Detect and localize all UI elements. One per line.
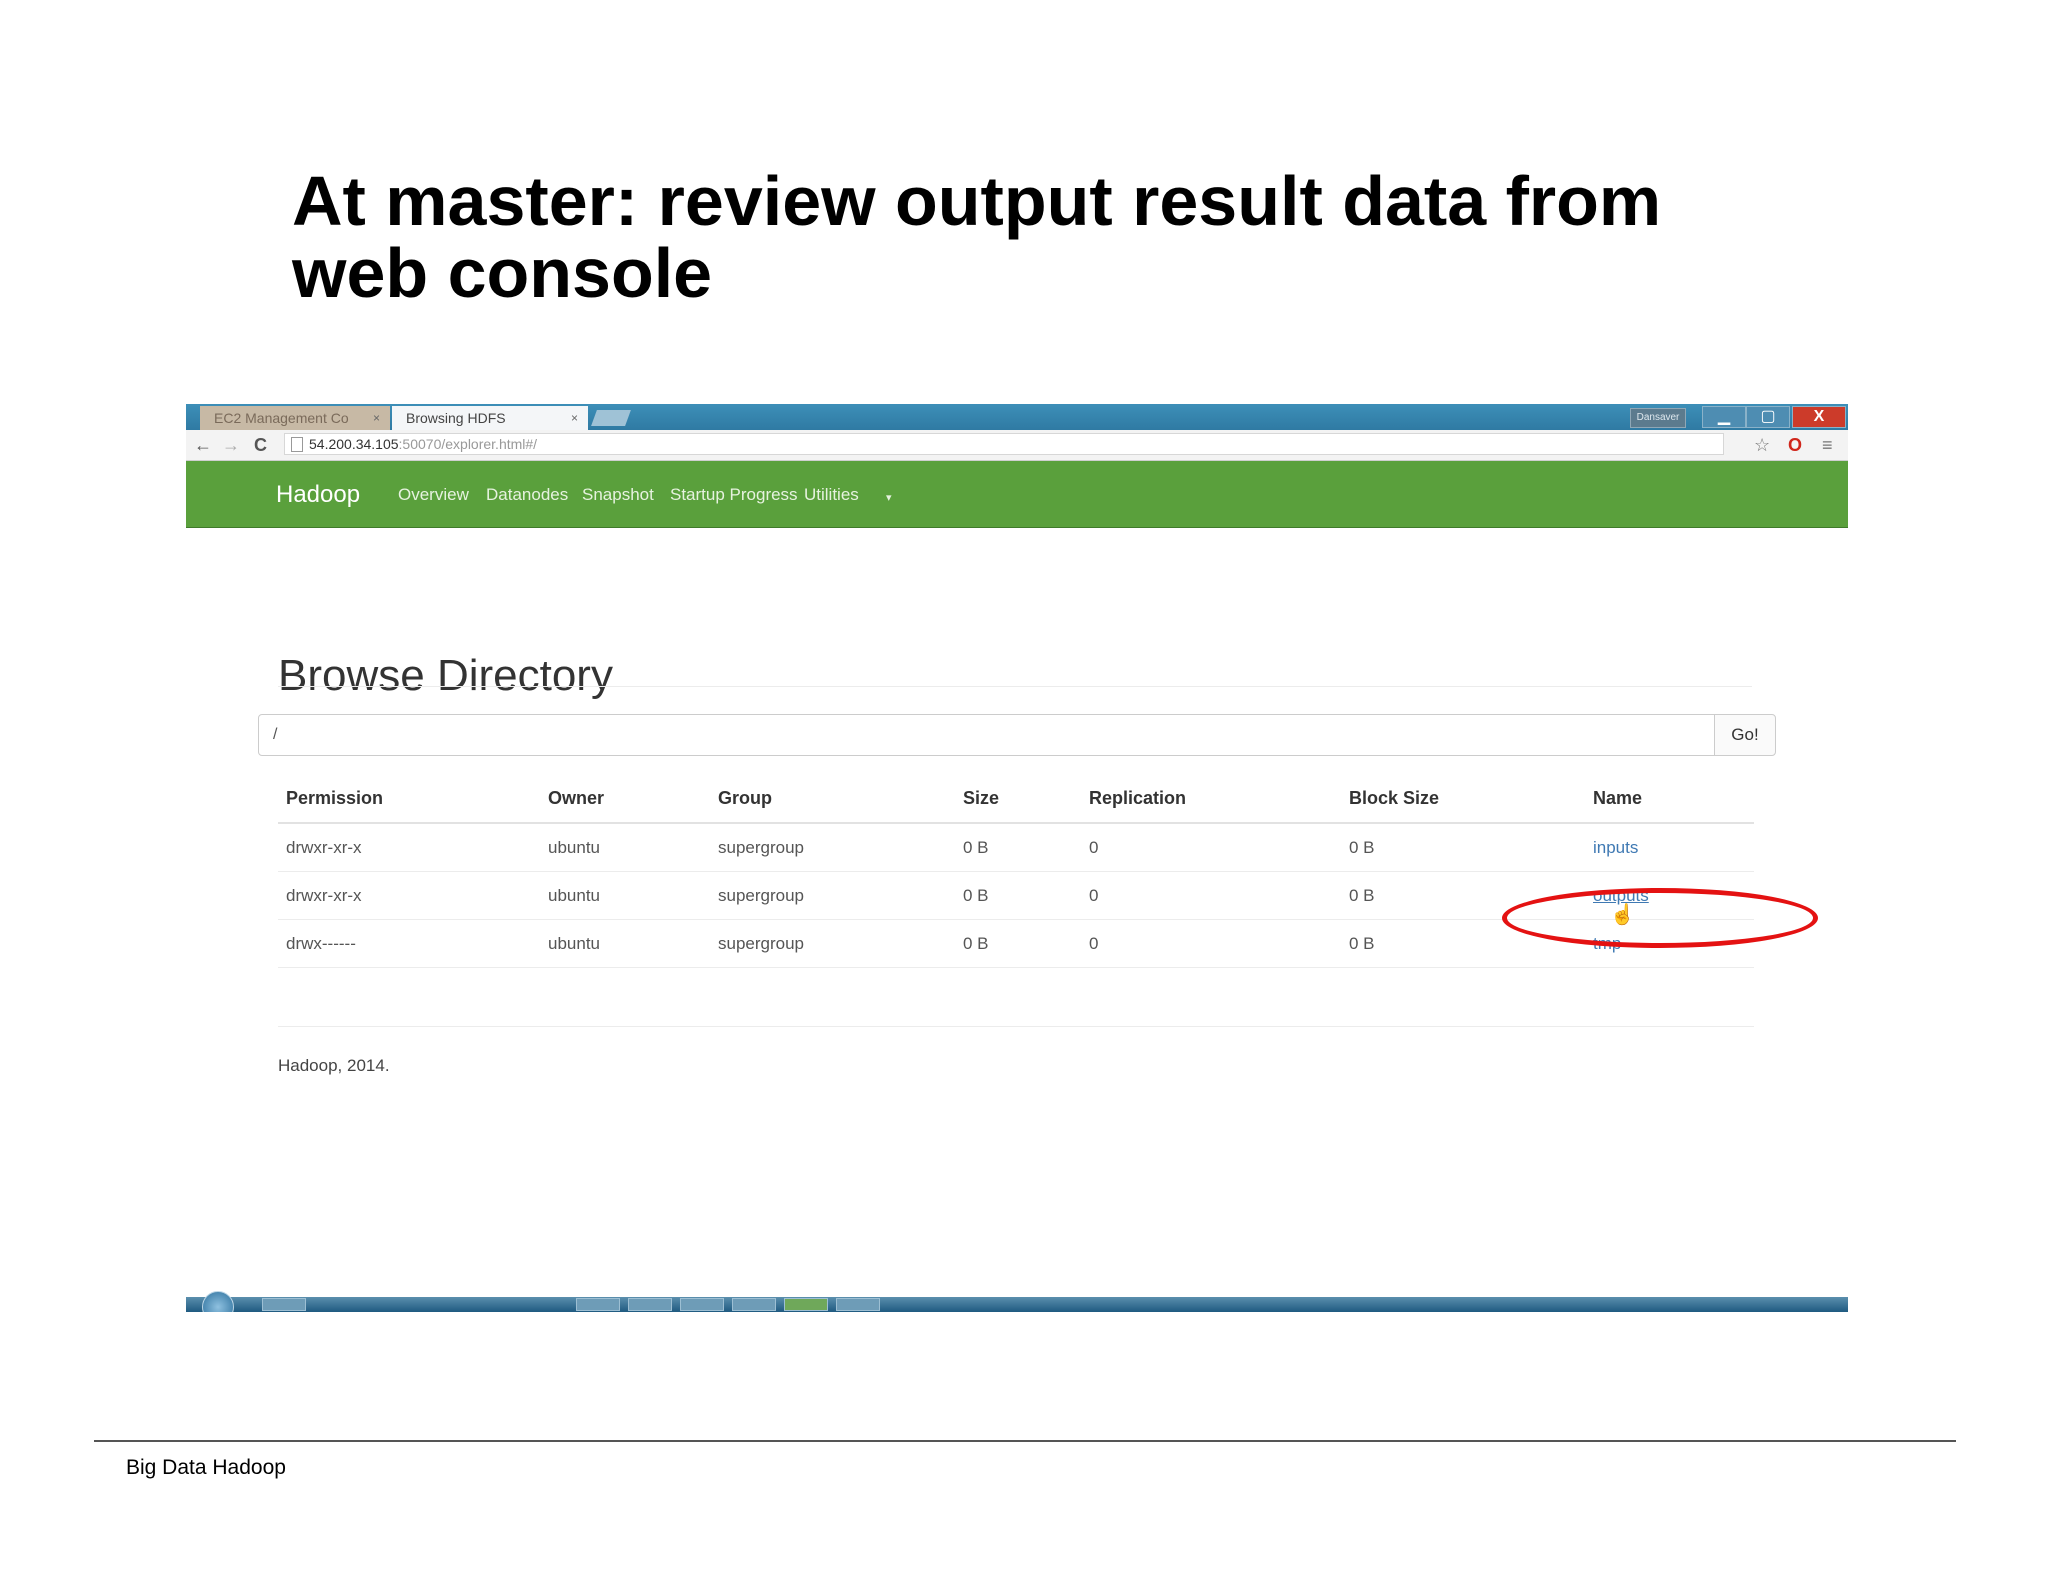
directory-listing-table: Permission Owner Group Size Replication … xyxy=(278,774,1754,968)
cell-group: supergroup xyxy=(718,823,963,872)
nav-startup-progress[interactable]: Startup Progress xyxy=(670,485,798,505)
bookmark-star-icon[interactable]: ☆ xyxy=(1754,434,1770,456)
windows-taskbar xyxy=(186,1291,1848,1312)
slide-title-line-2: web console xyxy=(292,234,713,312)
taskbar-item[interactable] xyxy=(732,1298,776,1311)
tab-close-icon[interactable]: × xyxy=(373,406,380,430)
hadoop-footer: Hadoop, 2014. xyxy=(278,1056,390,1075)
cell-group: supergroup xyxy=(718,919,963,968)
start-button-icon[interactable] xyxy=(202,1291,234,1312)
cell-owner: ubuntu xyxy=(548,823,718,872)
url-field[interactable]: 54.200.34.105:50070/explorer.html#/ xyxy=(284,433,1724,455)
taskbar-item[interactable] xyxy=(784,1298,828,1311)
page-heading: Browse Directory xyxy=(278,650,613,700)
browser-screenshot: EC2 Management Co × Browsing HDFS × Dans… xyxy=(186,404,1848,1312)
hadoop-brand-link[interactable]: Hadoop xyxy=(276,481,360,509)
nav-utilities[interactable]: Utilities xyxy=(804,485,859,505)
tab-close-icon[interactable]: × xyxy=(571,406,578,430)
cell-replication: 0 xyxy=(1089,871,1349,920)
page-icon xyxy=(291,437,303,452)
taskbar-item[interactable] xyxy=(680,1298,724,1311)
cell-permission: drwx------ xyxy=(278,919,548,968)
opera-icon[interactable]: O xyxy=(1788,434,1802,456)
nav-datanodes[interactable]: Datanodes xyxy=(486,485,568,505)
url-host: 54.200.34.105 xyxy=(309,436,399,452)
column-header-replication[interactable]: Replication xyxy=(1089,774,1349,824)
tab-label: EC2 Management Co xyxy=(214,410,349,426)
browser-tab-bar: EC2 Management Co × Browsing HDFS × Dans… xyxy=(186,404,1848,430)
maximize-button[interactable]: ▢ xyxy=(1746,406,1790,428)
menu-icon[interactable]: ≡ xyxy=(1822,434,1833,456)
slide-footer-caption: Big Data Hadoop xyxy=(126,1456,286,1479)
reload-icon[interactable]: C xyxy=(254,434,267,456)
go-button[interactable]: Go! xyxy=(1714,714,1776,756)
taskbar-item[interactable] xyxy=(628,1298,672,1311)
taskbar-item[interactable] xyxy=(262,1298,306,1311)
cell-permission: drwxr-xr-x xyxy=(278,823,548,872)
nav-overview[interactable]: Overview xyxy=(398,485,469,505)
cell-group: supergroup xyxy=(718,871,963,920)
back-arrow-icon[interactable]: ← xyxy=(194,434,212,456)
cell-size: 0 B xyxy=(963,823,1089,872)
tab-browsing-hdfs[interactable]: Browsing HDFS × xyxy=(392,406,588,430)
taskbar-item[interactable] xyxy=(836,1298,880,1311)
cell-replication: 0 xyxy=(1089,823,1349,872)
table-header-row: Permission Owner Group Size Replication … xyxy=(278,774,1754,824)
column-header-owner[interactable]: Owner xyxy=(548,774,718,824)
cell-replication: 0 xyxy=(1089,919,1349,968)
hadoop-navbar: Hadoop Overview Datanodes Snapshot Start… xyxy=(186,461,1848,528)
table-row: drwxr-xr-x ubuntu supergroup 0 B 0 0 B i… xyxy=(278,823,1754,872)
new-tab-button[interactable] xyxy=(591,410,631,426)
column-header-permission[interactable]: Permission xyxy=(278,774,548,824)
tab-label: Browsing HDFS xyxy=(406,410,506,426)
cell-block-size: 0 B xyxy=(1349,823,1593,872)
directory-path-input[interactable]: / xyxy=(258,714,1716,756)
forward-arrow-icon[interactable]: → xyxy=(222,434,240,456)
slide-title-line-1: At master: review output result data fro… xyxy=(292,162,1662,240)
close-window-button[interactable]: X xyxy=(1792,406,1846,428)
minimize-button[interactable]: ▁ xyxy=(1702,406,1746,428)
column-header-group[interactable]: Group xyxy=(718,774,963,824)
red-highlight-ellipse xyxy=(1502,888,1818,948)
footer-divider xyxy=(94,1440,1956,1442)
column-header-size[interactable]: Size xyxy=(963,774,1089,824)
column-header-name[interactable]: Name xyxy=(1593,774,1754,824)
nav-snapshot[interactable]: Snapshot xyxy=(582,485,654,505)
directory-link-inputs[interactable]: inputs xyxy=(1593,838,1638,857)
url-path: :50070/explorer.html#/ xyxy=(398,436,538,452)
cell-size: 0 B xyxy=(963,871,1089,920)
hand-cursor-icon: ☝ xyxy=(1610,904,1635,926)
tab-ec2-management[interactable]: EC2 Management Co × xyxy=(200,406,390,430)
window-user-badge[interactable]: Dansaver xyxy=(1630,408,1686,428)
cell-owner: ubuntu xyxy=(548,871,718,920)
address-bar: ← → C 54.200.34.105:50070/explorer.html#… xyxy=(186,430,1848,461)
divider xyxy=(278,1026,1754,1027)
column-header-block-size[interactable]: Block Size xyxy=(1349,774,1593,824)
cell-permission: drwxr-xr-x xyxy=(278,871,548,920)
utilities-caret-icon[interactable]: ▾ xyxy=(886,491,892,504)
cell-name: inputs xyxy=(1593,823,1754,872)
cell-size: 0 B xyxy=(963,919,1089,968)
slide-title: At master: review output result data fro… xyxy=(292,165,1852,309)
taskbar-item[interactable] xyxy=(576,1298,620,1311)
cell-owner: ubuntu xyxy=(548,919,718,968)
divider xyxy=(278,686,1752,687)
